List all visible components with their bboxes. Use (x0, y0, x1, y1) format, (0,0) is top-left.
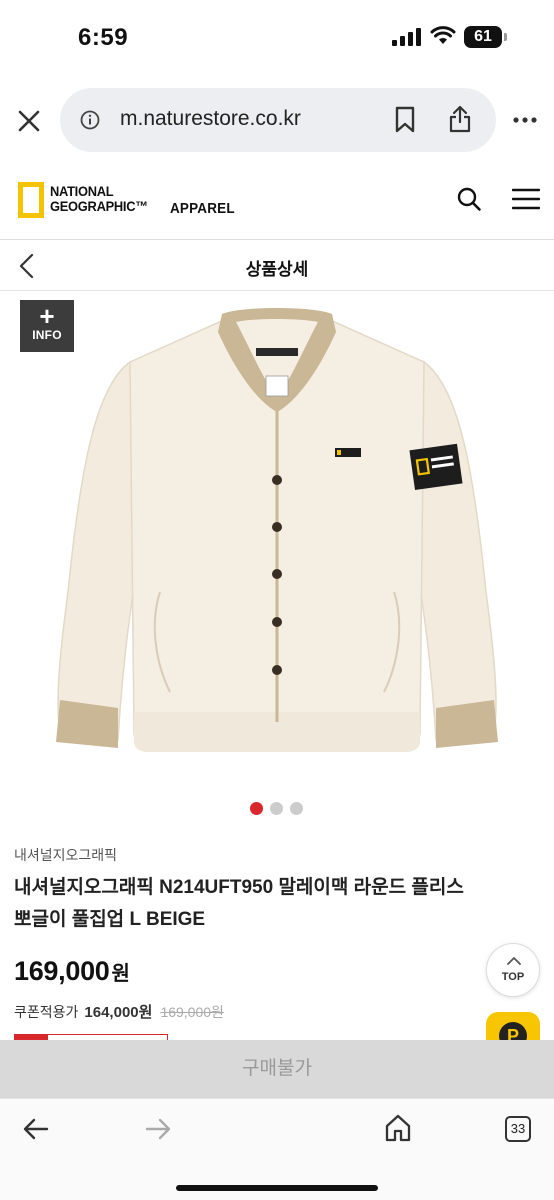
product-title: 내셔널지오그래픽 N214UFT950 말레이맥 라운드 플리스 뽀글이 풀집업… (14, 877, 464, 930)
price-row: 169,000 원 (14, 956, 130, 987)
coupon-label: 쿠폰적용가 (14, 1004, 79, 1020)
arrow-right-icon[interactable] (144, 1117, 172, 1141)
search-icon[interactable] (456, 186, 482, 212)
battery-icon: 61 (464, 26, 508, 48)
carousel-dot-1[interactable] (250, 802, 263, 815)
bookmark-icon[interactable] (394, 106, 416, 134)
more-icon[interactable] (512, 116, 538, 124)
price: 169,000 (14, 956, 110, 986)
page-title: 상품상세 (245, 260, 309, 279)
status-bar: 6:59 61 (0, 0, 554, 76)
carousel-dot-3[interactable] (290, 802, 303, 815)
fleece-jacket-image (56, 308, 498, 752)
product-brand[interactable]: 내셔널지오그래픽 (14, 845, 117, 865)
home-icon[interactable] (384, 1113, 412, 1143)
wifi-icon (430, 26, 456, 44)
buy-button[interactable]: 구매불가 (0, 1040, 554, 1098)
battery-level: 61 (464, 26, 502, 48)
coupon-price: 164,000원 (84, 1004, 153, 1021)
url-field[interactable]: m.naturestore.co.kr (60, 88, 496, 152)
brand-name[interactable]: NATIONAL GEOGRAPHIC™ (50, 184, 148, 214)
price-unit: 원 (111, 963, 130, 985)
info-label: INFO (32, 328, 62, 342)
site-header: NATIONAL GEOGRAPHIC™ APPAREL (0, 160, 554, 240)
browser-address-bar: m.naturestore.co.kr (0, 80, 554, 160)
brand-apparel[interactable]: APPAREL (170, 200, 235, 217)
chevron-left-icon[interactable] (16, 253, 38, 279)
tabs-button[interactable]: 33 (505, 1116, 531, 1142)
original-price: 169,000원 (160, 1004, 224, 1020)
product-image[interactable]: + INFO (0, 292, 554, 788)
top-label: TOP (501, 971, 525, 983)
status-time: 6:59 (78, 24, 129, 51)
close-icon[interactable] (14, 106, 44, 136)
scroll-top-button[interactable]: TOP (486, 943, 540, 997)
national-geographic-logo[interactable] (18, 182, 44, 218)
coupon-row: 쿠폰적용가 164,000원 169,000원 (14, 1001, 224, 1022)
browser-toolbar: 33 (0, 1098, 554, 1200)
url-text: m.naturestore.co.kr (120, 107, 301, 130)
info-icon[interactable] (80, 110, 100, 130)
carousel-dot-2[interactable] (270, 802, 283, 815)
home-indicator (176, 1185, 378, 1191)
share-icon[interactable] (448, 104, 472, 134)
info-badge[interactable]: + INFO (20, 300, 74, 352)
plus-icon: + (39, 301, 55, 331)
arrow-left-icon[interactable] (22, 1117, 50, 1141)
page-nav: 상품상세 (0, 241, 554, 291)
signal-icon (392, 28, 421, 46)
menu-icon[interactable] (512, 188, 540, 210)
chevron-up-icon (507, 957, 521, 965)
